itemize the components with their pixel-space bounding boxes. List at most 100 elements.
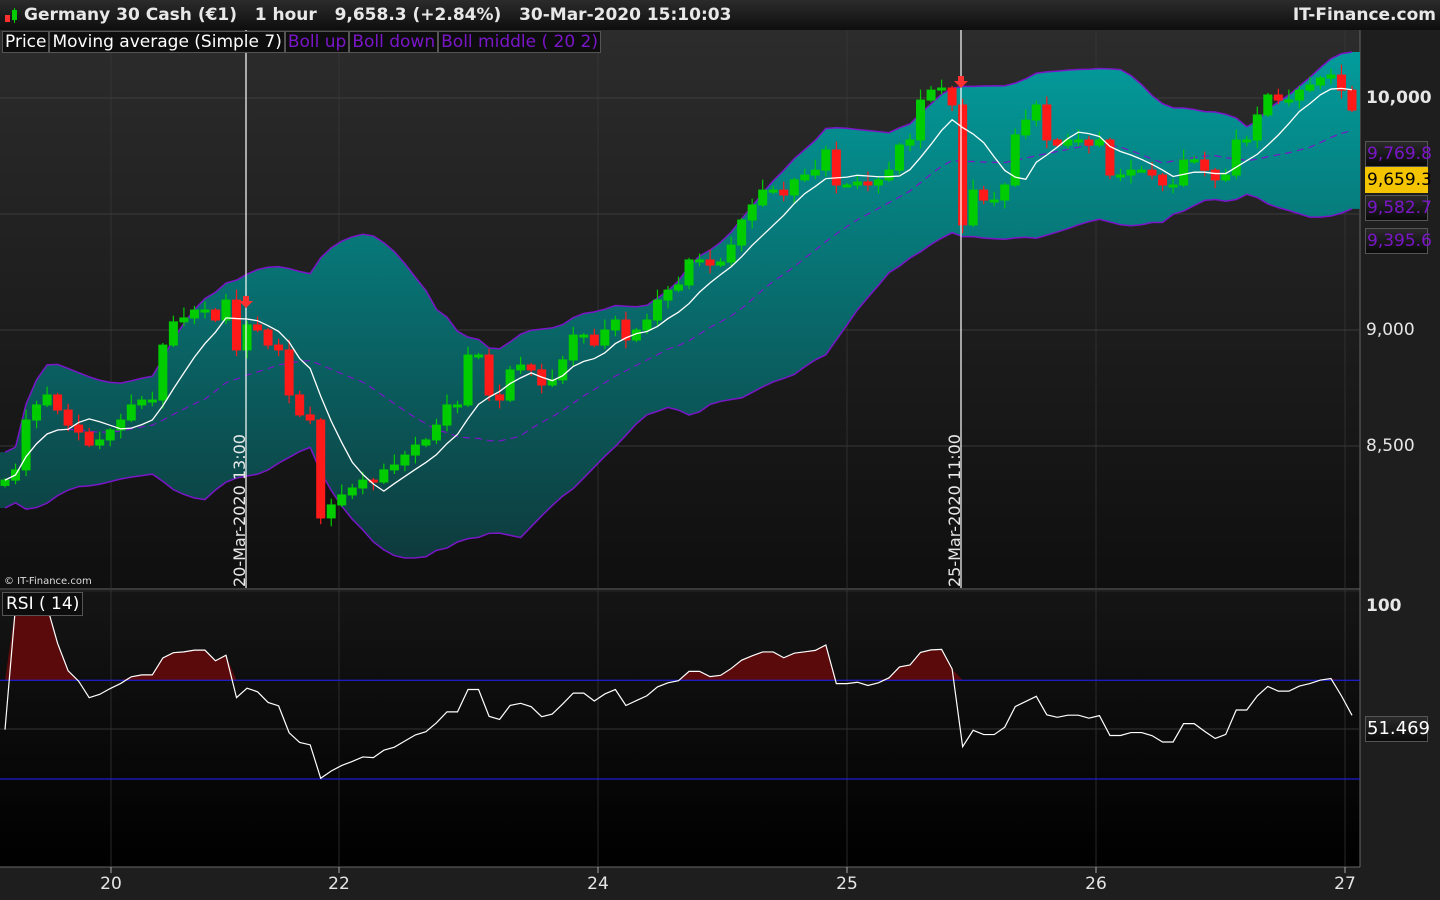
price-tick: 8,500 [1366,436,1415,456]
candle-up [442,404,452,426]
candle-down [232,299,242,351]
candle-up [726,244,736,263]
candle-up [105,429,115,441]
legend-price[interactable]: Price [2,31,50,53]
candle-down [589,334,599,346]
candle-up [768,189,778,193]
candle-up [989,199,999,203]
candle-up [516,364,526,371]
x-tick: 22 [328,874,350,894]
candle-up [1115,174,1125,178]
candle-up [884,169,894,181]
legend-boll-down[interactable]: Boll down [349,31,439,53]
candle-down [1105,139,1115,176]
x-tick: 27 [1334,874,1356,894]
candle-up [1179,159,1189,186]
candle-down [316,419,326,519]
candle-up [747,204,757,221]
candle-up [242,324,252,351]
candle-up [358,479,368,489]
candle-up [326,504,336,519]
candle-up [1263,94,1273,116]
candle-down [779,189,789,196]
candle-up [1126,169,1136,176]
candle-down [63,409,73,426]
rsi-title[interactable]: RSI ( 14) [2,592,84,616]
candle-up [1231,139,1241,176]
candle-up [894,144,904,171]
candle-up [1073,139,1083,143]
candle-up [168,321,178,346]
candle-down [958,104,968,226]
candle-down [863,181,873,186]
candle-up [1284,99,1294,103]
legend-boll-middle[interactable]: Boll middle ( 20 2) [438,31,602,53]
rsi-axis-100: 100 [1366,596,1402,616]
candle-up [0,479,10,486]
candle-up [852,181,862,186]
candle-up [610,319,620,331]
candle-up [1021,119,1031,136]
candle-down [305,414,315,421]
price-tick: 9,000 [1366,320,1415,340]
candle-up [758,189,768,206]
candle-up [137,399,147,406]
candle-up [147,399,157,403]
candle-down [253,324,263,331]
candle-up [789,179,799,196]
candle-up [652,299,662,321]
legend-boll-up[interactable]: Boll up [284,31,350,53]
candle-up [179,317,189,323]
candle-down [53,394,63,411]
candle-down [705,259,715,266]
candle-up [1031,104,1041,121]
legend-moving-average[interactable]: Moving average (Simple 7) [49,31,285,53]
candle-up [663,289,673,301]
candle-up [1242,139,1252,143]
candle-down [831,149,841,186]
price-chart[interactable] [0,0,1440,900]
candle-down [1210,169,1220,181]
marker-date-label: 25-Mar-2020 11:00 [945,434,964,587]
candle-up [1326,74,1336,79]
candle-up [1315,77,1325,86]
candle-up [937,87,947,91]
copyright: © IT-Finance.com [4,576,92,587]
candle-down [1147,169,1157,176]
marker-date-label: 20-Mar-2020 13:00 [230,434,249,587]
candle-up [337,494,347,506]
candle-down [1084,139,1094,146]
candle-down [484,354,494,396]
candle-up [421,439,431,446]
x-tick: 25 [836,874,858,894]
candle-up [968,189,978,226]
candle-up [1252,114,1262,141]
candle-down [1273,94,1283,101]
candle-down [1347,89,1357,111]
candle-up [95,439,105,446]
candle-up [642,319,652,331]
candle-up [431,424,441,441]
candle-up [926,89,936,101]
candle-up [189,309,199,319]
candle-up [600,329,610,346]
candle-down [979,189,989,201]
candle-down [1042,104,1052,141]
candle-down [295,394,305,416]
candle-up [1000,184,1010,201]
candle-up [389,464,399,471]
candle-up [873,179,883,186]
candle-up [810,169,820,176]
candle-up [579,334,589,338]
candle-up [1221,174,1231,181]
boll-middle-label: 9,582.7 [1365,195,1432,221]
rsi-last-label: 51.469 [1365,716,1430,742]
candle-down [284,349,294,396]
candle-up [32,404,42,421]
candle-down [495,394,505,401]
candle-up [684,259,694,286]
candle-down [84,431,94,446]
candle-up [221,299,231,321]
candle-down [263,329,273,346]
price-tick: 10,000 [1366,88,1432,108]
